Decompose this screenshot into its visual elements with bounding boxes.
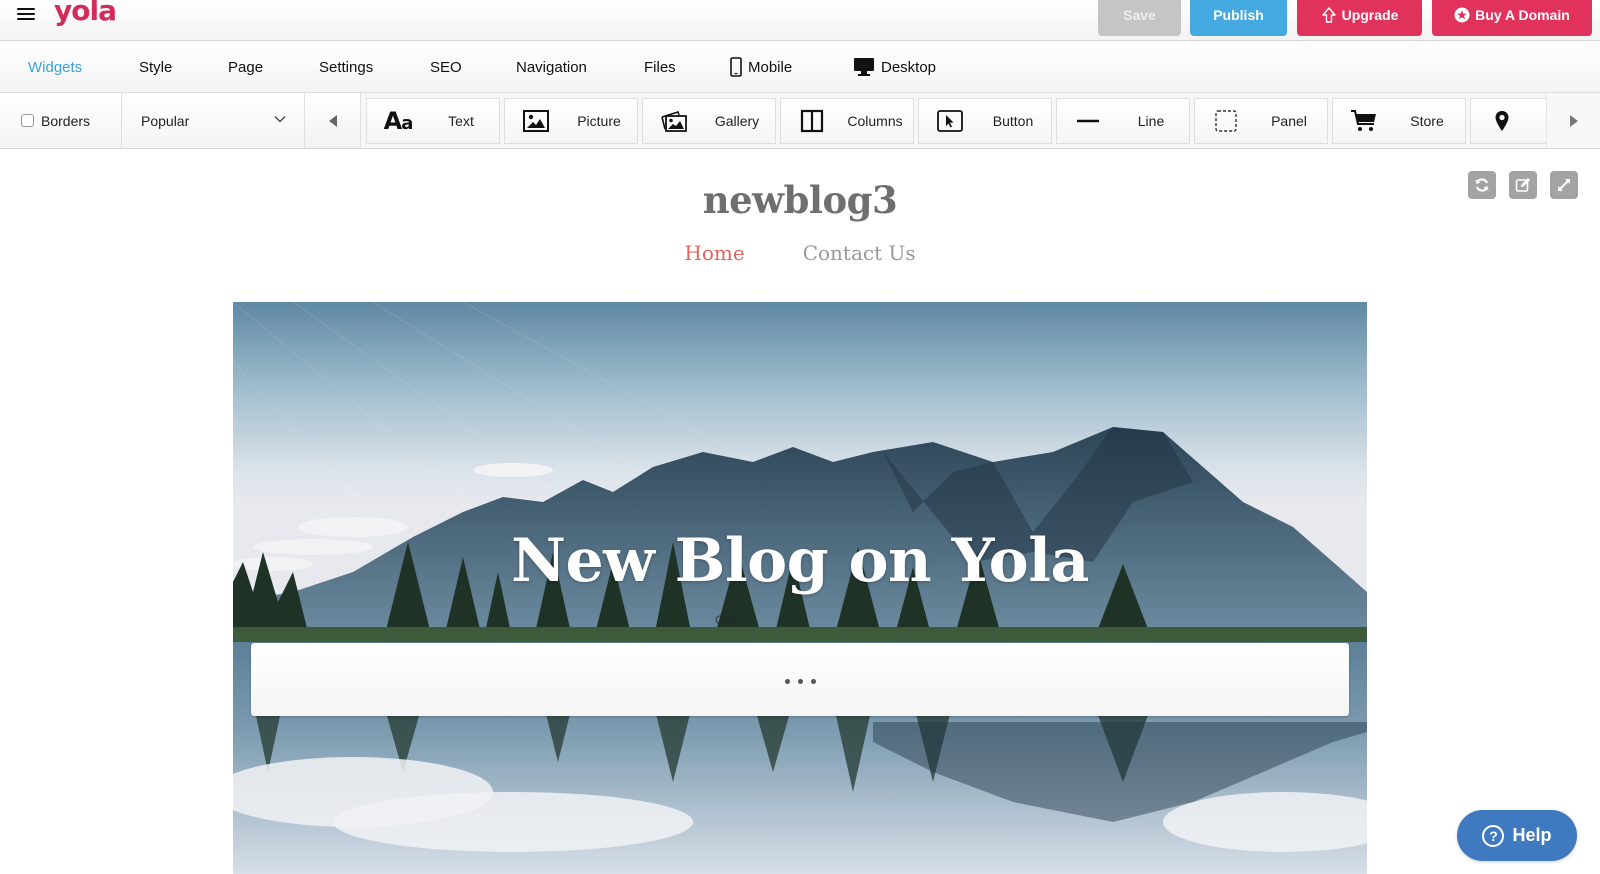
star-circle-icon <box>1454 7 1470 23</box>
line-icon <box>1073 108 1103 134</box>
widget-label: Columns <box>847 113 903 129</box>
widget-label: Picture <box>577 113 621 129</box>
widget-picture[interactable]: Picture <box>504 98 638 144</box>
hero-subtext: Gall <box>715 613 737 627</box>
category-selected-label: Popular <box>141 112 190 129</box>
menu-item-label: Mobile <box>748 58 793 76</box>
main-menu: Widgets Style Page Settings SEO Navigati… <box>0 41 1600 93</box>
help-label: Help <box>1512 825 1552 845</box>
text-aa-icon: Aa <box>383 107 414 135</box>
menu-item-label: Widgets <box>28 59 83 76</box>
widget-toolbar: Borders Popular Aa Text Picture Gallery … <box>0 93 1600 149</box>
widget-text[interactable]: Aa Text <box>366 98 500 144</box>
scroll-widgets-left-button[interactable] <box>305 93 361 148</box>
loading-dots-icon <box>784 679 816 684</box>
menu-item-navigation[interactable]: Navigation <box>516 59 587 76</box>
site-title[interactable]: newblog3 <box>0 178 1600 222</box>
site-nav-home[interactable]: Home <box>684 241 744 265</box>
save-label: Save <box>1123 7 1156 23</box>
menu-item-label: Style <box>139 59 173 76</box>
desktop-monitor-icon <box>854 58 874 76</box>
columns-icon <box>797 108 827 134</box>
menu-item-seo[interactable]: SEO <box>430 59 462 76</box>
yola-logo[interactable]: yola <box>54 0 117 27</box>
widget-label: Line <box>1137 113 1165 129</box>
widget-loading-panel[interactable] <box>251 643 1349 716</box>
caret-right-icon <box>1569 114 1578 127</box>
menu-item-style[interactable]: Style <box>139 59 172 76</box>
hero-banner[interactable]: New Blog on Yola Gall <box>233 302 1367 874</box>
menu-item-widgets[interactable]: Widgets <box>28 59 82 76</box>
menu-item-label: Desktop <box>881 58 937 76</box>
widget-button[interactable]: Button <box>918 98 1052 144</box>
hamburger-menu-icon[interactable] <box>17 8 35 22</box>
buy-domain-label: Buy A Domain <box>1475 7 1570 23</box>
menu-item-label: Navigation <box>516 59 587 76</box>
panel-dashed-icon <box>1211 108 1241 134</box>
publish-label: Publish <box>1213 7 1264 23</box>
widget-label: M <box>1531 113 1546 129</box>
upgrade-arrow-icon <box>1321 7 1336 23</box>
menu-item-label: Page <box>228 59 264 76</box>
menu-item-label: SEO <box>430 59 462 76</box>
map-pin-icon <box>1487 108 1517 134</box>
question-circle-icon: ? <box>1482 824 1505 847</box>
menu-item-label: Settings <box>319 59 374 76</box>
widget-list: Aa Text Picture Gallery Columns Button L… <box>362 93 1546 148</box>
widget-label: Panel <box>1271 113 1307 129</box>
site-nav-contact-us[interactable]: Contact Us <box>803 241 916 265</box>
menu-item-mobile[interactable]: Mobile <box>730 57 792 77</box>
widget-label: Button <box>992 113 1034 129</box>
menu-item-label: Files <box>644 59 676 76</box>
upgrade-button[interactable]: Upgrade <box>1297 0 1422 36</box>
chevron-down-icon <box>274 116 286 123</box>
widget-panel[interactable]: Panel <box>1194 98 1328 144</box>
top-bar: yola Save Publish Upgrade Buy A Domain <box>0 0 1600 41</box>
widget-store[interactable]: Store <box>1332 98 1466 144</box>
widget-label: Gallery <box>714 113 760 129</box>
scroll-widgets-right-button[interactable] <box>1546 93 1600 148</box>
save-button[interactable]: Save <box>1098 0 1181 36</box>
upgrade-label: Upgrade <box>1341 7 1399 23</box>
menu-item-desktop[interactable]: Desktop <box>853 57 936 77</box>
shopping-cart-icon <box>1349 108 1379 134</box>
hero-title[interactable]: New Blog on Yola <box>233 526 1367 596</box>
publish-button[interactable]: Publish <box>1190 0 1287 36</box>
help-button[interactable]: ? Help <box>1457 810 1577 861</box>
menu-item-page[interactable]: Page <box>228 59 263 76</box>
editor-canvas: newblog3 Home Contact Us New Blog on Yol… <box>0 150 1600 874</box>
borders-label: Borders <box>41 112 91 129</box>
widget-category-select[interactable]: Popular <box>123 93 305 148</box>
site-navigation: Home Contact Us <box>0 241 1600 265</box>
picture-icon <box>521 108 551 134</box>
widget-columns[interactable]: Columns <box>780 98 914 144</box>
widget-line[interactable]: Line <box>1056 98 1190 144</box>
caret-left-icon <box>328 114 337 127</box>
gallery-icon <box>659 108 689 134</box>
widget-gallery[interactable]: Gallery <box>642 98 776 144</box>
widget-label: Store <box>1410 113 1444 129</box>
borders-toggle[interactable]: Borders <box>0 93 122 148</box>
menu-item-files[interactable]: Files <box>644 59 676 76</box>
borders-checkbox[interactable] <box>21 114 34 127</box>
widget-label: Text <box>448 113 474 129</box>
widget-map[interactable]: M <box>1470 98 1546 144</box>
mobile-phone-icon <box>730 57 742 77</box>
buy-domain-button[interactable]: Buy A Domain <box>1432 0 1592 36</box>
button-cursor-icon <box>935 108 965 134</box>
menu-item-settings[interactable]: Settings <box>319 59 373 76</box>
